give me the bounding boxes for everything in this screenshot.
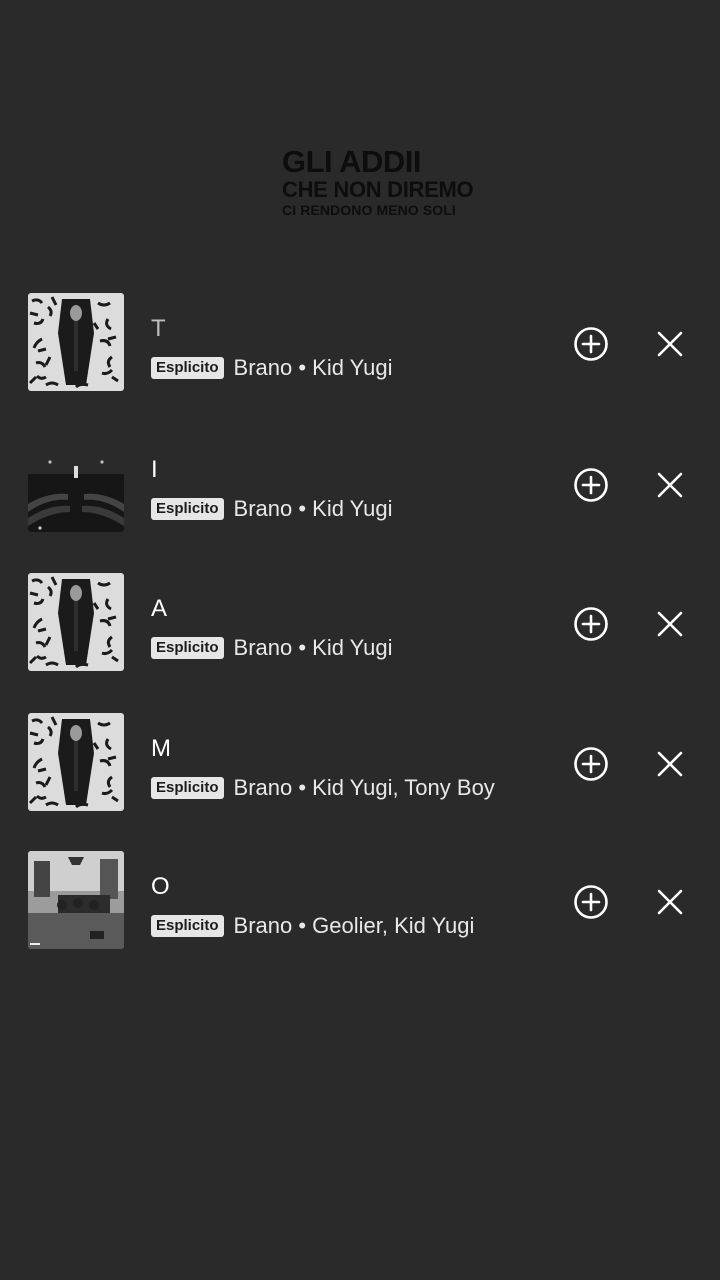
track-subtitle: Brano • Kid Yugi [233,496,393,521]
track-title: O [151,873,170,900]
close-icon [657,611,683,637]
close-icon [657,331,683,357]
header-title: GLI ADDII [282,144,422,179]
track-subtitle: Brano • Kid Yugi, Tony Boy [233,775,495,800]
explicit-badge: Esplicito [151,915,224,937]
track-row[interactable]: O Esplicito Brano • Geolier, Kid Yugi [0,851,720,951]
album-art-thumbnail [28,293,124,391]
remove-button[interactable] [650,604,690,644]
add-button[interactable] [571,465,611,505]
coffin-art [28,573,124,671]
remove-button[interactable] [650,324,690,364]
explicit-badge: Esplicito [151,777,224,799]
track-row[interactable]: I Esplicito Brano • Kid Yugi [0,434,720,534]
track-meta: Esplicito Brano • Geolier, Kid Yugi [151,913,474,939]
album-art-thumbnail [28,713,124,811]
album-art-thumbnail [28,434,124,532]
track-meta: Esplicito Brano • Kid Yugi [151,496,392,522]
album-art-thumbnail [28,573,124,671]
album-art-thumbnail [28,851,124,949]
room-photo-art [28,851,124,949]
add-circle-icon [574,327,608,361]
track-subtitle: Brano • Geolier, Kid Yugi [233,913,475,938]
header-tagline: CI RENDONO MENO SOLI [282,202,456,218]
track-subtitle: Brano • Kid Yugi [233,635,393,660]
add-circle-icon [574,885,608,919]
dark-hall-art [28,434,124,532]
track-row[interactable]: T Esplicito Brano • Kid Yugi [0,293,720,393]
explicit-badge: Esplicito [151,357,224,379]
track-meta: Esplicito Brano • Kid Yugi [151,635,392,661]
page-header: GLI ADDII CHE NON DIREMO CI RENDONO MENO… [282,144,474,218]
track-title: I [151,456,158,483]
remove-button[interactable] [650,465,690,505]
explicit-badge: Esplicito [151,498,224,520]
add-button[interactable] [571,324,611,364]
coffin-art [28,293,124,391]
track-meta: Esplicito Brano • Kid Yugi, Tony Boy [151,775,495,801]
add-button[interactable] [571,882,611,922]
add-circle-icon [574,468,608,502]
track-row[interactable]: A Esplicito Brano • Kid Yugi [0,573,720,673]
add-button[interactable] [571,604,611,644]
track-meta: Esplicito Brano • Kid Yugi [151,355,392,381]
track-title: A [151,595,168,622]
close-icon [657,751,683,777]
add-circle-icon [574,747,608,781]
remove-button[interactable] [650,744,690,784]
add-button[interactable] [571,744,611,784]
track-row[interactable]: M Esplicito Brano • Kid Yugi, Tony Boy [0,713,720,813]
add-circle-icon [574,607,608,641]
track-title: T [151,315,166,342]
track-subtitle: Brano • Kid Yugi [233,355,393,380]
coffin-art [28,713,124,811]
header-subtitle: CHE NON DIREMO [282,177,474,202]
close-icon [657,472,683,498]
close-icon [657,889,683,915]
explicit-badge: Esplicito [151,637,224,659]
remove-button[interactable] [650,882,690,922]
track-title: M [151,735,171,762]
